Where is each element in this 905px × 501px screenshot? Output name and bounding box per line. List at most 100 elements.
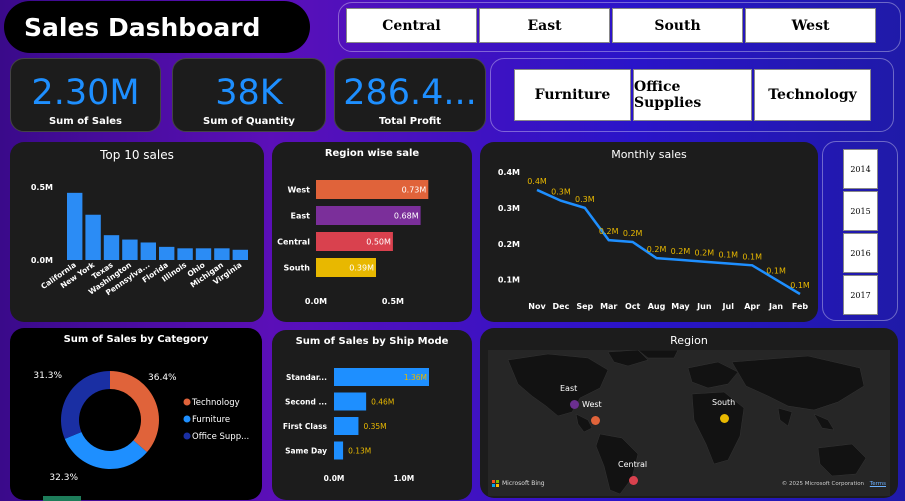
shipmode-category-label: Standar... <box>286 373 327 382</box>
monthly-xtick: Sep <box>576 302 593 311</box>
shipmode-xtick: 0.0M <box>324 474 345 483</box>
category-legend-label: Furniture <box>192 415 230 425</box>
map-marker-central[interactable] <box>629 476 638 485</box>
kpi-profit-label: Total Profit <box>378 116 442 127</box>
monthly-sales-chart: 0.1M0.2M0.3M0.4M0.4MNov0.3MDec0.3MSep0.2… <box>498 168 810 311</box>
monthly-data-label: 0.4M <box>527 177 547 186</box>
region-map-panel: Region East West South Central Microsoft… <box>480 328 898 498</box>
year-slicer-2014[interactable]: 2014 <box>843 149 878 189</box>
year-slicer-2017[interactable]: 2017 <box>843 275 878 315</box>
monthly-data-label: 0.3M <box>575 195 595 204</box>
map-copyright: © 2025 Microsoft Corporation <box>781 481 865 487</box>
kpi-total-profit: 286.4... Total Profit <box>334 58 486 132</box>
region-data-label: 0.68M <box>394 212 419 221</box>
monthly-xtick: Dec <box>553 302 570 311</box>
monthly-ytick: 0.2M <box>498 240 520 249</box>
region-slicer-west[interactable]: West <box>745 8 876 43</box>
region-category-label: South <box>284 264 311 273</box>
top10-bar <box>232 249 248 260</box>
monthly-sales-panel: Monthly sales 0.1M 0.2M 0.3M 0.4M 0.4M Nov 0.3… <box>480 142 818 322</box>
kpi-quantity-value: 38K <box>215 73 283 113</box>
category-legend-dot <box>183 415 191 423</box>
monthly-data-label: 0.1M <box>790 281 810 290</box>
monthly-data-label: 0.1M <box>766 267 786 276</box>
region-data-label: 0.73M <box>402 186 427 195</box>
region-sale-chart: West 0.73M East 0.68M Central 0.50M South 0.39M… <box>277 180 429 306</box>
map-label-west: West <box>582 400 602 409</box>
top10-bar <box>122 239 138 260</box>
monthly-xtick: Apr <box>744 302 760 311</box>
category-slicer-technology[interactable]: Technology <box>754 69 871 121</box>
monthly-data-label: 0.3M <box>551 188 571 197</box>
monthly-xtick: Oct <box>625 302 641 311</box>
top10-bar <box>67 192 83 260</box>
year-slicer-2015[interactable]: 2015 <box>843 191 878 231</box>
shipmode-bar <box>334 441 344 460</box>
category-slicer-office-supplies[interactable]: Office Supplies <box>633 69 752 121</box>
region-sale-panel: Region wise sale West 0.73M East 0.68M Centr… <box>272 142 472 322</box>
region-slicer-central[interactable]: Central <box>346 8 477 43</box>
category-data-label: 36.4% <box>148 373 177 383</box>
shipmode-panel: Sum of Sales by Ship Mode Standar... 1.36… <box>272 330 472 500</box>
region-slicer-south[interactable]: South <box>612 8 743 43</box>
kpi-sum-of-sales: 2.30M Sum of Sales <box>10 58 161 132</box>
dashboard-title: Sales Dashboard <box>24 12 261 42</box>
map-terms-link[interactable]: Terms <box>870 481 886 487</box>
category-data-label: 32.3% <box>49 473 78 483</box>
shipmode-category-label: Second ... <box>285 398 327 407</box>
map-attribution-right: © 2025 Microsoft Corporation Terms <box>782 481 886 487</box>
region-category-label: East <box>291 212 311 221</box>
category-data-label: 31.3% <box>33 371 62 381</box>
top10-bar <box>214 248 230 260</box>
page-tab-indicator[interactable] <box>43 496 81 501</box>
region-category-label: West <box>287 186 310 195</box>
year-slicer-2016[interactable]: 2016 <box>843 233 878 273</box>
region-xtick: 0.5M <box>382 297 404 306</box>
top10-bar <box>177 248 193 260</box>
kpi-profit-value: 286.4... <box>343 73 477 113</box>
shipmode-data-label: 0.35M <box>363 422 386 431</box>
monthly-line <box>536 188 801 296</box>
dashboard-title-block: Sales Dashboard <box>4 1 310 53</box>
map-label-south: South <box>712 398 736 407</box>
kpi-sales-label: Sum of Sales <box>48 116 123 127</box>
shipmode-chart: Standar... 1.36M Second ... 0.46M First Clas… <box>283 368 429 483</box>
top10-ytick: 0.5M <box>31 183 53 192</box>
shipmode-data-label: 0.13M <box>348 447 371 456</box>
monthly-ytick: 0.4M <box>498 168 520 177</box>
monthly-data-label: 0.2M <box>623 229 643 238</box>
region-data-label: 0.50M <box>366 238 391 247</box>
region-data-label: 0.39M <box>349 264 374 273</box>
monthly-data-label: 0.2M <box>695 249 715 258</box>
shipmode-xtick: 1.0M <box>393 474 414 483</box>
map-marker-east[interactable] <box>570 400 579 409</box>
top10-ytick: 0.0M <box>31 256 53 265</box>
category-panel: Sum of Sales by Category 36.4% 32.3% 31.3%… <box>10 328 262 500</box>
category-legend-dot <box>183 432 191 440</box>
shipmode-bar <box>334 392 367 411</box>
shipmode-category-label: First Class <box>283 422 328 431</box>
top10-bar <box>195 248 212 260</box>
top10-sales-chart: 0.0M0.5MCaliforniaNew YorkTexasWashingto… <box>31 183 248 297</box>
top10-bar <box>103 235 120 260</box>
region-slicer-east[interactable]: East <box>479 8 610 43</box>
monthly-data-label: 0.2M <box>599 227 619 236</box>
map-label-east: East <box>560 384 578 393</box>
region-map-title: Region <box>670 334 708 347</box>
map-marker-south[interactable] <box>720 414 729 423</box>
category-legend-label: Office Supp... <box>192 432 249 442</box>
monthly-xtick: Jun <box>696 302 712 311</box>
category-slicer-furniture[interactable]: Furniture <box>514 69 631 121</box>
top10-bar <box>159 246 175 260</box>
map-attribution-logo: Microsoft Bing <box>492 480 545 487</box>
monthly-xtick: Jan <box>768 302 783 311</box>
monthly-xtick: Aug <box>648 302 666 311</box>
kpi-sales-value: 2.30M <box>31 73 140 113</box>
category-legend-label: Technology <box>191 398 240 408</box>
monthly-xtick: Jul <box>722 302 735 311</box>
map-marker-west[interactable] <box>591 416 600 425</box>
shipmode-data-label: 1.36M <box>404 373 427 382</box>
kpi-sum-of-quantity: 38K Sum of Quantity <box>172 58 326 132</box>
shipmode-category-label: Same Day <box>285 447 327 456</box>
map-canvas[interactable]: East West South Central Microsoft Bing ©… <box>488 350 890 496</box>
